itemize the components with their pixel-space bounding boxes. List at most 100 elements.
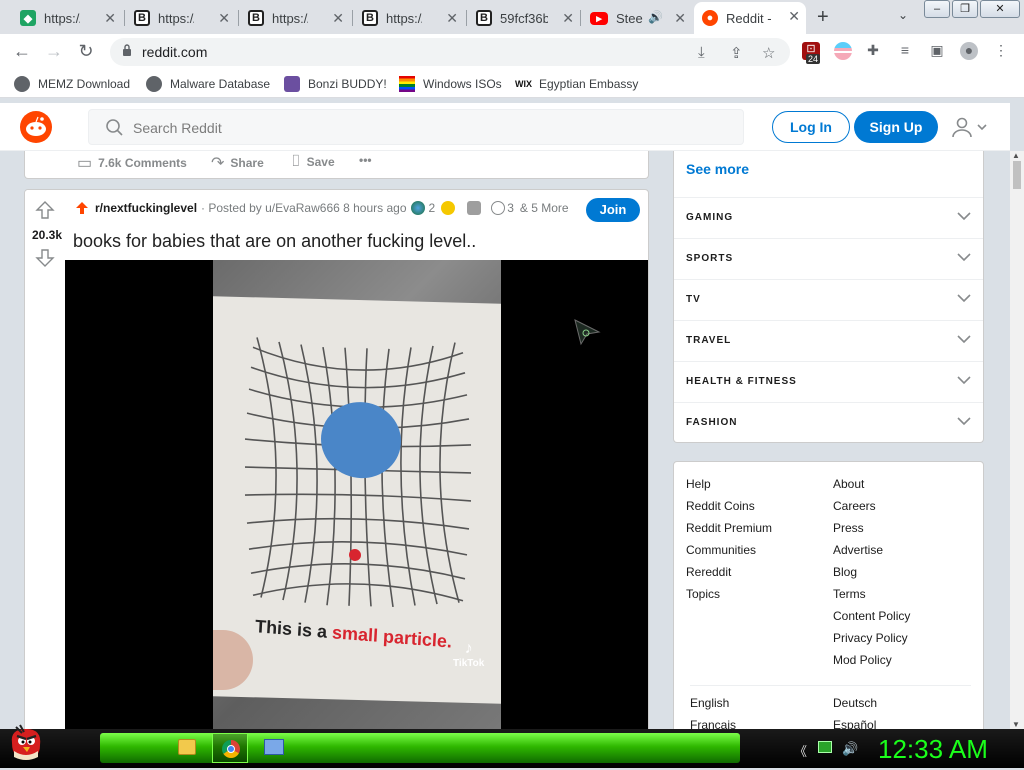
tab-4[interactable]: B https://tb ✕: [354, 4, 464, 32]
bookmark-egyptian-embassy[interactable]: WIX Egyptian Embassy: [515, 76, 638, 92]
scrollbar-thumb[interactable]: [1013, 161, 1021, 189]
bookmark-star-icon[interactable]: ☆: [762, 44, 775, 62]
tab-search-chevron-icon[interactable]: ⌄: [898, 8, 908, 22]
bookmark-memz[interactable]: MEMZ Download: [14, 76, 130, 92]
site-favicon-icon: ◆: [20, 10, 36, 26]
close-tab-icon[interactable]: ✕: [674, 10, 686, 27]
language-english[interactable]: English: [690, 696, 729, 710]
more-options-button[interactable]: •••: [359, 153, 372, 167]
footer-link-blog[interactable]: Blog: [833, 565, 857, 579]
see-more-link[interactable]: See more: [686, 161, 749, 177]
chrome-taskbar-icon[interactable]: [212, 733, 248, 763]
restore-icon[interactable]: ❐: [952, 0, 978, 18]
upvote-arrow-icon[interactable]: [35, 200, 55, 220]
footer-link-about[interactable]: About: [833, 477, 864, 491]
post-title[interactable]: books for babies that are on another fuc…: [73, 231, 476, 252]
footer-link-careers[interactable]: Careers: [833, 499, 876, 513]
install-app-icon[interactable]: ⤓: [698, 44, 705, 61]
start-button-angry-bird-icon[interactable]: [6, 723, 46, 765]
reload-icon[interactable]: ↻: [74, 41, 98, 62]
network-app-icon[interactable]: [256, 733, 292, 763]
tab-3[interactable]: B https://tb ✕: [240, 4, 350, 32]
topic-travel[interactable]: TRAVEL: [674, 320, 983, 361]
user-dropdown[interactable]: [950, 117, 990, 139]
footer-link-terms[interactable]: Terms: [833, 587, 866, 601]
close-window-icon[interactable]: ✕: [980, 0, 1020, 18]
bookmark-icon: ⌷: [291, 153, 301, 170]
bookmark-bonzi-buddy[interactable]: Bonzi BUDDY!: [284, 76, 387, 92]
flag-extension-icon[interactable]: [834, 42, 852, 60]
side-panel-icon[interactable]: ▣: [928, 42, 946, 60]
tab-5[interactable]: B 59fcf36b ✕: [468, 4, 580, 32]
close-tab-icon[interactable]: ✕: [104, 10, 116, 27]
tab-1[interactable]: ◆ https://i. ✕: [12, 4, 122, 32]
page-scrollbar[interactable]: ▲ ▼: [1010, 151, 1024, 729]
close-tab-icon[interactable]: ✕: [218, 10, 230, 27]
minimize-icon[interactable]: –: [924, 0, 950, 18]
profile-avatar-icon[interactable]: ●: [960, 42, 978, 60]
footer-link-help[interactable]: Help: [686, 477, 711, 491]
reddit-logo-icon[interactable]: [20, 111, 52, 143]
topic-label: GAMING: [686, 212, 734, 223]
address-bar[interactable]: reddit.com ⤓ ⇪ ☆: [110, 38, 790, 66]
more-awards-link[interactable]: & 5 More: [520, 201, 569, 215]
topic-fashion[interactable]: FASHION: [674, 402, 983, 443]
scroll-up-icon[interactable]: ▲: [1012, 151, 1020, 160]
footer-link-topics[interactable]: Topics: [686, 587, 720, 601]
tab-6[interactable]: ▸ Stee 🔊 ✕: [582, 4, 692, 32]
taskbar-clock[interactable]: 12:33 AM: [878, 734, 988, 765]
close-tab-icon[interactable]: ✕: [562, 10, 574, 27]
tab-separator: [124, 10, 125, 26]
extensions-puzzle-icon[interactable]: ✚: [864, 42, 882, 60]
topic-sports[interactable]: SPORTS: [674, 238, 983, 279]
save-button[interactable]: ⌷ Save: [291, 153, 335, 171]
close-tab-icon[interactable]: ✕: [446, 10, 458, 27]
network-tray-icon[interactable]: [818, 741, 832, 753]
topic-gaming[interactable]: GAMING: [674, 197, 983, 238]
topic-health-fitness[interactable]: HEALTH & FITNESS: [674, 361, 983, 402]
footer-link-reddit-premium[interactable]: Reddit Premium: [686, 521, 772, 535]
post-card[interactable]: 20.3k r/nextfuckinglevel · Posted by u/E…: [24, 189, 649, 749]
file-explorer-icon[interactable]: [170, 733, 206, 763]
footer-link-communities[interactable]: Communities: [686, 543, 756, 557]
subreddit-link[interactable]: r/nextfuckinglevel: [95, 201, 197, 215]
bookmark-label: Bonzi BUDDY!: [308, 77, 387, 91]
lock-icon[interactable]: [122, 44, 132, 56]
tab-2[interactable]: B https://tb ✕: [126, 4, 236, 32]
forward-arrow-icon[interactable]: →: [42, 41, 66, 62]
footer-link-privacy-policy[interactable]: Privacy Policy: [833, 631, 908, 645]
volume-tray-icon[interactable]: 🔊: [842, 741, 858, 757]
reddit-search-input[interactable]: Search Reddit: [88, 109, 744, 145]
tiktok-watermark: ♪ TikTok: [453, 640, 484, 669]
back-arrow-icon[interactable]: ←: [10, 41, 34, 62]
footer-link-press[interactable]: Press: [833, 521, 864, 535]
topic-tv[interactable]: TV: [674, 279, 983, 320]
tab-7-active[interactable]: ● Reddit - ✕: [694, 2, 806, 34]
share-icon[interactable]: ⇪: [730, 44, 743, 62]
comments-button[interactable]: ▭ 7.6k Comments: [77, 153, 187, 173]
audio-playing-icon[interactable]: 🔊: [648, 10, 663, 24]
scroll-down-icon[interactable]: ▼: [1012, 720, 1020, 729]
sign-up-button[interactable]: Sign Up: [854, 111, 938, 143]
footer-link-reddit-coins[interactable]: Reddit Coins: [686, 499, 755, 513]
downvote-arrow-icon[interactable]: [35, 248, 55, 268]
chrome-menu-icon[interactable]: ⋮: [992, 42, 1010, 60]
new-tab-plus-icon[interactable]: +: [817, 6, 829, 29]
bookmark-malware-database[interactable]: Malware Database: [146, 76, 270, 92]
footer-link-rereddit[interactable]: Rereddit: [686, 565, 731, 579]
footer-link-advertise[interactable]: Advertise: [833, 543, 883, 557]
close-tab-icon[interactable]: ✕: [332, 10, 344, 27]
close-tab-icon[interactable]: ✕: [788, 8, 800, 25]
footer-link-mod-policy[interactable]: Mod Policy: [833, 653, 892, 667]
tray-expand-icon[interactable]: 《: [794, 741, 807, 760]
share-button[interactable]: ↷ Share: [211, 153, 264, 173]
bookmark-windows-isos[interactable]: Windows ISOs: [399, 76, 502, 92]
footer-link-content-policy[interactable]: Content Policy: [833, 609, 910, 623]
join-button[interactable]: Join: [586, 198, 640, 222]
posted-by-text[interactable]: · Posted by u/EvaRaw666 8 hours ago: [201, 201, 406, 215]
media-controls-icon[interactable]: ≡: [896, 42, 914, 60]
language-deutsch[interactable]: Deutsch: [833, 696, 877, 710]
log-in-button[interactable]: Log In: [772, 111, 850, 143]
b-favicon-icon: B: [362, 10, 378, 26]
video-player[interactable]: This is a small particle. ♪ TikTok: [65, 260, 648, 748]
